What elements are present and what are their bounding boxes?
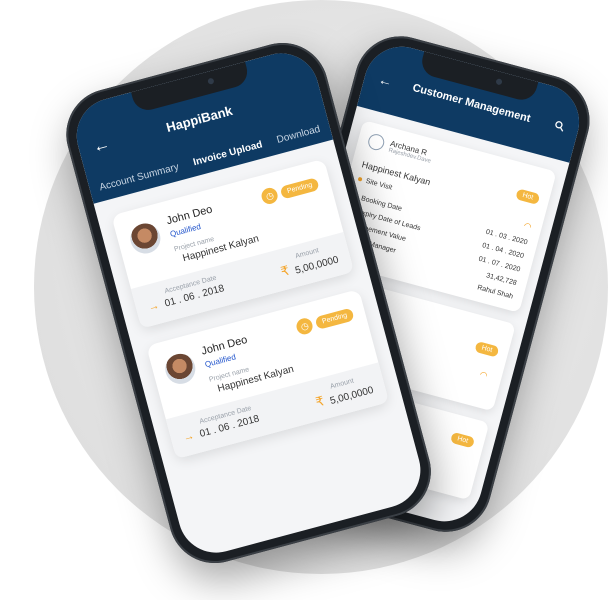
- rupee-icon: ₹: [313, 393, 326, 410]
- arrow-right-icon: →: [146, 299, 161, 314]
- sales-manager-name: Rahul Shah: [476, 284, 514, 301]
- avatar: [127, 220, 164, 257]
- tab-download[interactable]: Download: [276, 124, 322, 146]
- arrow-right-icon: →: [181, 429, 196, 445]
- loading-spinner-icon: ◠: [522, 220, 533, 233]
- rupee-icon: ₹: [278, 262, 291, 280]
- loading-spinner-icon: ◠: [478, 368, 489, 381]
- avatar: [161, 350, 199, 388]
- user-icon: [366, 132, 387, 152]
- hot-badge: Hot: [450, 431, 476, 449]
